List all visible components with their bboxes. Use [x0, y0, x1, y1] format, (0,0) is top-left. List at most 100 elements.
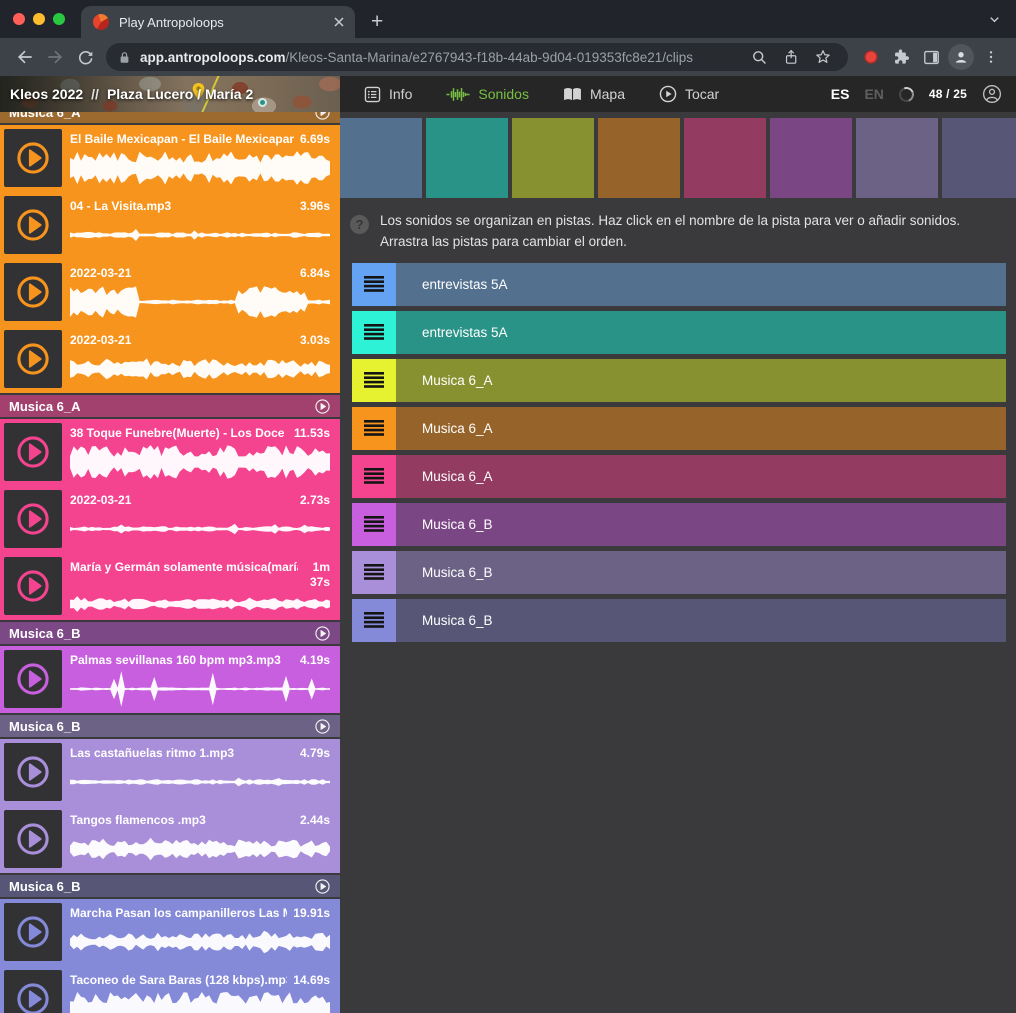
- track-name[interactable]: Musica 6_B: [396, 551, 1006, 594]
- browser-tab[interactable]: Play Antropoloops: [81, 6, 355, 38]
- play-track-icon: [314, 878, 331, 895]
- back-icon[interactable]: [10, 42, 40, 72]
- track-row[interactable]: Musica 6_A: [352, 359, 1006, 402]
- track-name[interactable]: Musica 6_A: [396, 455, 1006, 498]
- close-traffic-icon[interactable]: [13, 13, 25, 25]
- maximize-traffic-icon[interactable]: [53, 13, 65, 25]
- track-name[interactable]: Musica 6_A: [396, 407, 1006, 450]
- track-color-swatch[interactable]: [340, 118, 422, 198]
- breadcrumb[interactable]: Kleos 2022 // Plaza Lucero / María 2: [10, 76, 253, 112]
- track-color-swatch[interactable]: [598, 118, 680, 198]
- clip-play-button[interactable]: [4, 129, 62, 187]
- track-row[interactable]: Musica 6_A: [352, 455, 1006, 498]
- clip-item[interactable]: Tangos flamencos .mp32.44s: [0, 806, 340, 873]
- clips-sidebar: Musica 6_A El Baile Mexicapan - El Baile …: [0, 112, 340, 1013]
- breadcrumb-separator: //: [91, 86, 99, 102]
- forward-icon[interactable]: [40, 42, 70, 72]
- drag-handle-icon[interactable]: [352, 359, 396, 402]
- track-row[interactable]: entrevistas 5A: [352, 263, 1006, 306]
- nav-tab-mapa[interactable]: Mapa: [563, 86, 625, 102]
- share-icon[interactable]: [778, 44, 804, 70]
- clip-item[interactable]: El Baile Mexicapan - El Baile Mexicapan.…: [0, 125, 340, 192]
- clip-item[interactable]: Taconeo de Sara Baras (128 kbps).mp314.6…: [0, 966, 340, 1013]
- drag-handle-icon[interactable]: [352, 503, 396, 546]
- clip-item[interactable]: 2022-03-213.03s: [0, 326, 340, 393]
- clip-play-button[interactable]: [4, 330, 62, 388]
- track-name[interactable]: Musica 6_B: [396, 503, 1006, 546]
- track-section-header[interactable]: Musica 6_A: [0, 112, 340, 123]
- clip-item[interactable]: 2022-03-216.84s: [0, 259, 340, 326]
- clip-play-button[interactable]: [4, 196, 62, 254]
- clip-duration: 6.69s: [300, 132, 330, 147]
- track-section-header[interactable]: Musica 6_B: [0, 875, 340, 897]
- clip-play-button[interactable]: [4, 263, 62, 321]
- side-panel-icon[interactable]: [916, 42, 946, 72]
- drag-handle-icon[interactable]: [352, 311, 396, 354]
- extensions-puzzle-icon[interactable]: [886, 42, 916, 72]
- clip-play-button[interactable]: [4, 810, 62, 868]
- track-name[interactable]: entrevistas 5A: [396, 263, 1006, 306]
- track-color-swatch[interactable]: [512, 118, 594, 198]
- track-row[interactable]: Musica 6_B: [352, 503, 1006, 546]
- track-section-header[interactable]: Musica 6_B: [0, 622, 340, 644]
- language-es-button[interactable]: ES: [831, 86, 850, 102]
- nav-tab-tocar[interactable]: Tocar: [659, 85, 719, 103]
- track-color-swatch[interactable]: [856, 118, 938, 198]
- track-row[interactable]: Musica 6_B: [352, 599, 1006, 642]
- track-name[interactable]: Musica 6_B: [396, 599, 1006, 642]
- clip-item[interactable]: Marcha Pasan los campanilleros Las Mejor…: [0, 899, 340, 966]
- reload-icon[interactable]: [70, 42, 100, 72]
- track-section-header[interactable]: Musica 6_A: [0, 395, 340, 417]
- app-header: Kleos 2022 // Plaza Lucero / María 2 Inf…: [0, 76, 1016, 112]
- new-tab-button[interactable]: +: [355, 11, 383, 38]
- drag-handle-icon[interactable]: [352, 599, 396, 642]
- play-circle-icon: [659, 85, 677, 103]
- clip-item[interactable]: María y Germán solamente música(maría 2.…: [0, 553, 340, 620]
- profile-avatar-icon[interactable]: [946, 42, 976, 72]
- track-color-swatch[interactable]: [426, 118, 508, 198]
- clip-item[interactable]: 04 - La Visita.mp33.96s: [0, 192, 340, 259]
- bookmark-star-icon[interactable]: [810, 44, 836, 70]
- drag-handle-icon[interactable]: [352, 455, 396, 498]
- track-row[interactable]: Musica 6_A: [352, 407, 1006, 450]
- track-label: entrevistas 5A: [422, 277, 508, 292]
- track-row[interactable]: entrevistas 5A: [352, 311, 1006, 354]
- clip-title: María y Germán solamente música(maría 2.…: [70, 560, 298, 590]
- track-color-swatch[interactable]: [770, 118, 852, 198]
- clip-play-button[interactable]: [4, 423, 62, 481]
- clip-play-button[interactable]: [4, 490, 62, 548]
- tab-search-chevron-icon[interactable]: [987, 12, 1002, 27]
- clip-item[interactable]: 2022-03-212.73s: [0, 486, 340, 553]
- tab-close-icon[interactable]: [333, 16, 345, 28]
- clip-play-button[interactable]: [4, 743, 62, 801]
- question-help-icon: ?: [350, 215, 369, 234]
- track-name[interactable]: entrevistas 5A: [396, 311, 1006, 354]
- clip-item[interactable]: Palmas sevillanas 160 bpm mp3.mp34.19s: [0, 646, 340, 713]
- account-icon[interactable]: [982, 84, 1002, 104]
- nav-tab-info[interactable]: Info: [364, 86, 412, 103]
- nav-tab-sonidos[interactable]: Sonidos: [446, 86, 529, 102]
- clip-item[interactable]: 38 Toque Funebre(Muerte) - Los Doce Par.…: [0, 419, 340, 486]
- track-name[interactable]: Musica 6_A: [396, 359, 1006, 402]
- zoom-icon[interactable]: [746, 44, 772, 70]
- clip-play-button[interactable]: [4, 557, 62, 615]
- track-color-swatch[interactable]: [942, 118, 1016, 198]
- clip-item[interactable]: Las castañuelas ritmo 1.mp34.79s: [0, 739, 340, 806]
- record-extension-icon[interactable]: [856, 42, 886, 72]
- drag-handle-icon[interactable]: [352, 407, 396, 450]
- address-bar[interactable]: app.antropoloops.com/Kleos-Santa-Marina/…: [106, 43, 848, 71]
- track-row[interactable]: Musica 6_B: [352, 551, 1006, 594]
- language-en-button[interactable]: EN: [864, 86, 883, 102]
- waveform-icon: [446, 87, 470, 102]
- minimize-traffic-icon[interactable]: [33, 13, 45, 25]
- clip-play-button[interactable]: [4, 970, 62, 1013]
- track-color-swatch[interactable]: [684, 118, 766, 198]
- clip-play-button[interactable]: [4, 650, 62, 708]
- track-section-header[interactable]: Musica 6_B: [0, 715, 340, 737]
- breadcrumb-project[interactable]: Kleos 2022: [10, 86, 83, 102]
- clip-play-button[interactable]: [4, 903, 62, 961]
- clips-counter: 48 / 25: [929, 87, 967, 101]
- drag-handle-icon[interactable]: [352, 551, 396, 594]
- menu-kebab-icon[interactable]: [976, 42, 1006, 72]
- drag-handle-icon[interactable]: [352, 263, 396, 306]
